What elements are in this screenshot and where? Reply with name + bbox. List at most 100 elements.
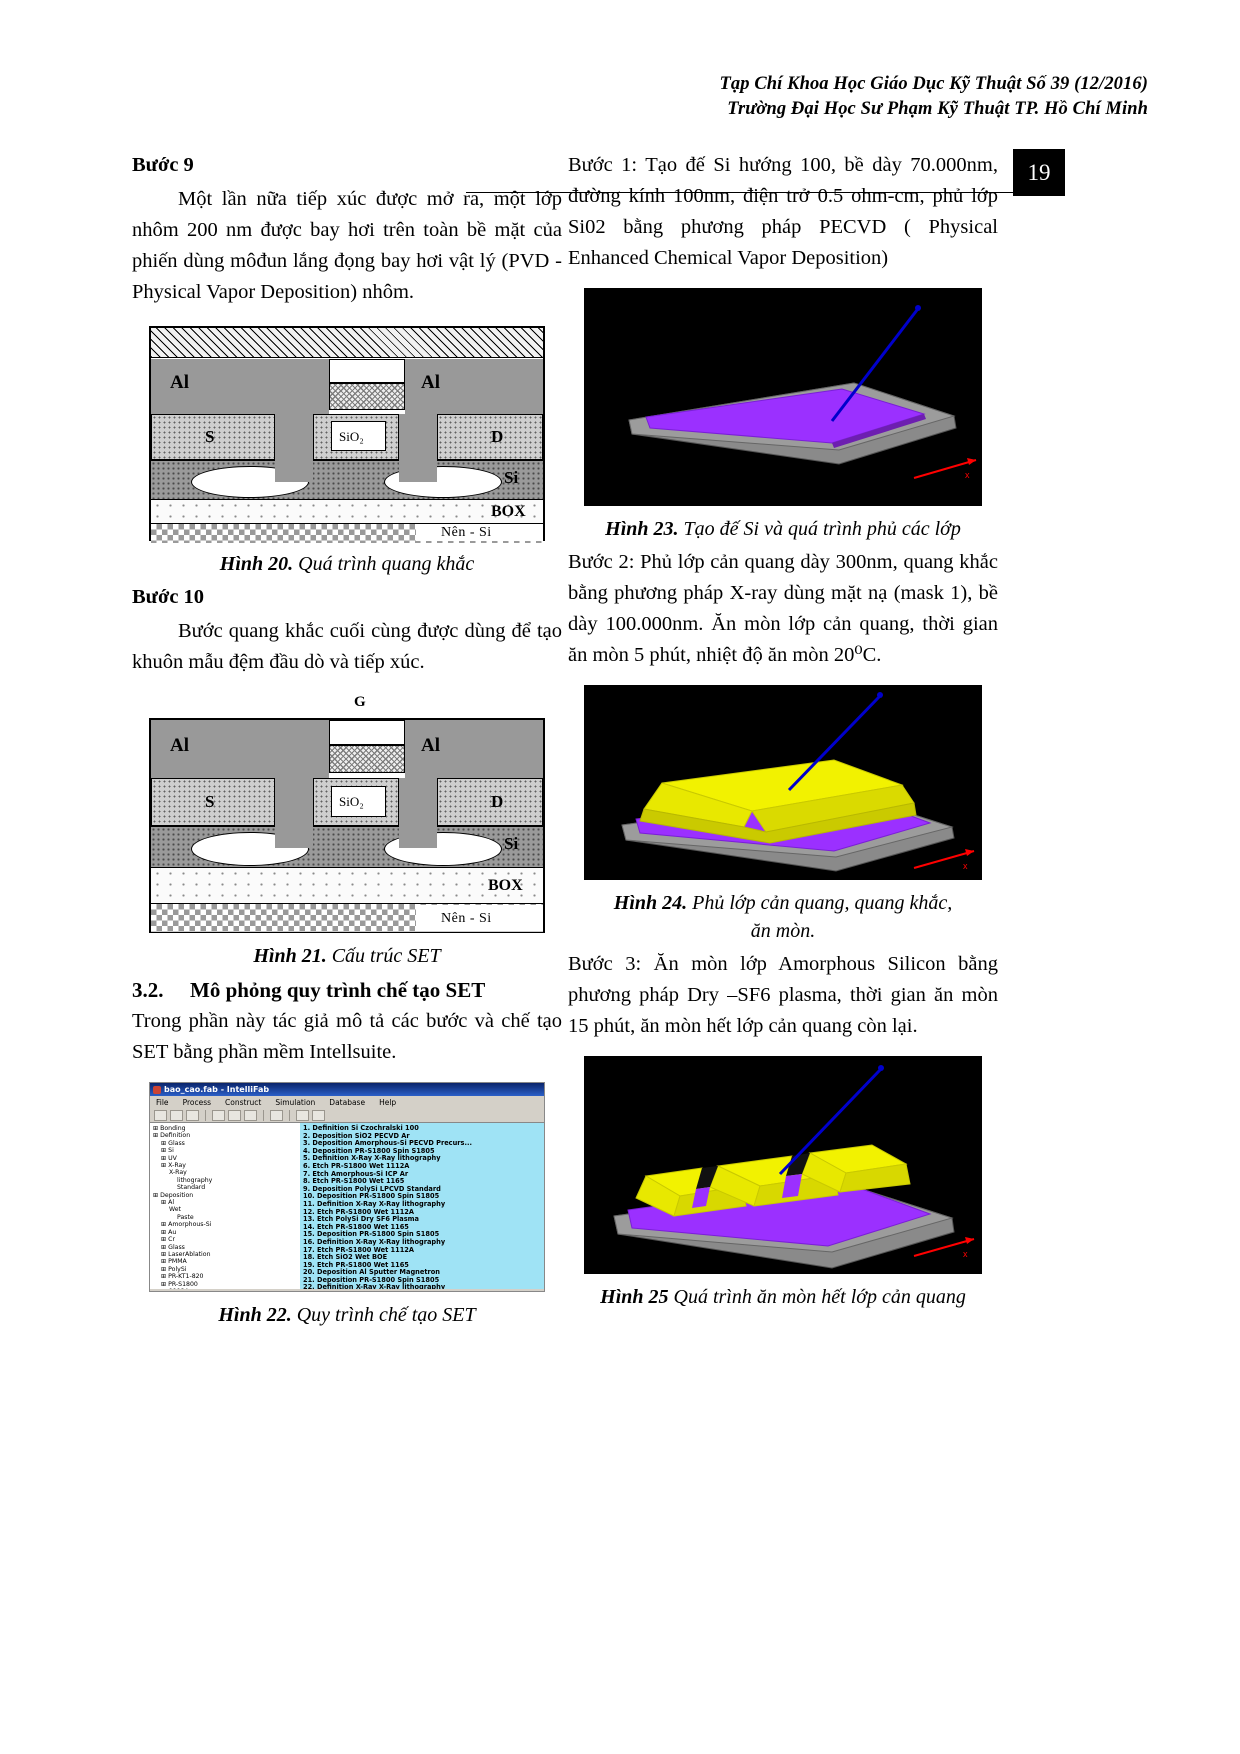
figure-24-caption-line2: ăn mòn. [750,920,816,942]
paste-icon[interactable] [244,1109,257,1121]
figure-25-caption-text: Quá trình ăn mòn hết lớp cản quang [668,1286,966,1308]
open-folder-icon[interactable] [170,1109,183,1121]
section-number: 3.2. [132,978,164,1002]
fig20-label-al-left: Al [170,372,189,393]
isuite-tree-item[interactable]: 1112A [153,1288,298,1289]
fig24-svg: x [621,692,975,872]
section-3-2-heading: 3.2. Mô phỏng quy trình chế tạo SET [132,974,562,1006]
isuite-tree-item[interactable]: ⊞ LaserAblation [153,1251,298,1258]
section-title: Mô phỏng quy trình chế tạo SET [190,978,486,1002]
save-icon[interactable] [186,1109,199,1121]
isuite-menu-simulation[interactable]: Simulation [275,1098,315,1107]
fig20-label-substrate: Nên - Si [441,525,492,540]
isuite-menu-database[interactable]: Database [329,1098,365,1107]
isuite-tree-item[interactable]: Standard [153,1184,298,1191]
print-icon[interactable] [270,1109,283,1121]
help-pointer-icon[interactable] [312,1109,325,1121]
isuite-menu-file[interactable]: File [156,1098,169,1107]
page-header: Tạp Chí Khoa Học Giáo Dục Kỹ Thuật Số 39… [0,72,1240,196]
fig20-box-layer [151,500,543,524]
isuite-tree-item[interactable]: Paste [153,1214,298,1221]
isuite-tree-item[interactable]: X-Ray [153,1169,298,1176]
isuite-tree-item[interactable]: ⊞ Au [153,1229,298,1236]
isuite-tree-item[interactable]: ⊞ Si [153,1147,298,1154]
isuite-status-text: For Help, press F1 [153,1291,212,1292]
step3-paragraph: Bước 3: Ăn mòn lớp Amorphous Silicon bằn… [568,953,998,1037]
isuite-menu-construct[interactable]: Construct [225,1098,261,1107]
isuite-menubar[interactable]: File Process Construct Simulation Databa… [150,1096,544,1108]
isuite-tree-item[interactable]: ⊞ PolySi [153,1266,298,1273]
figure-24-caption: Hình 24. Phủ lớp cản quang, quang khắc, … [568,889,998,945]
fig20-label-box: BOX [491,503,526,520]
fig25-svg: x [613,1065,975,1269]
step2-paragraph: Bước 2: Phủ lớp cản quang dày 300nm, qua… [568,551,998,666]
isuite-tree-item[interactable]: ⊞ X-Ray [153,1162,298,1169]
fig23-x-axis-label: x [965,470,970,480]
left-column: Bước 9 Một lần nữa tiếp xúc được mở ra, … [132,150,562,1333]
fig20-drain-layer [437,414,543,460]
new-file-icon[interactable] [154,1109,167,1121]
isuite-tree-item[interactable]: ⊞ Cr [153,1236,298,1243]
journal-title-line1: Tạp Chí Khoa Học Giáo Dục Kỹ Thuật Số 39… [719,74,1148,94]
copy-icon[interactable] [228,1109,241,1121]
fig21-label-sio2: SiO₂ [339,794,364,809]
isuite-tree-item[interactable]: ⊞ UV [153,1155,298,1162]
fig21-via-left-lower [275,826,313,848]
isuite-tree-item[interactable]: ⊞ PMMA [153,1258,298,1265]
isuite-tree-item[interactable]: ⊞ PR-KT1-820 [153,1273,298,1280]
step10-heading: Bước 10 [132,586,205,608]
fig20-gate-white [329,359,405,383]
isuite-tree-item[interactable]: lithography [153,1177,298,1184]
isuite-process-list[interactable]: 1. Definition Si Czochralski 100 2. Depos… [300,1123,544,1289]
fig21-label-source: S [205,792,215,811]
toolbar-separator [205,1109,206,1121]
isuite-tree-panel[interactable]: ⊞ Bonding ⊞ Definition ⊞ Glass ⊞ Si ⊞ UV ⊞ X-… [150,1123,300,1289]
cut-icon[interactable] [212,1109,225,1121]
isuite-tree-item[interactable]: ⊞ Al [153,1199,298,1206]
figure-24-render: x [584,685,982,880]
figure-23-caption: Hình 23. Tạo đế Si và quá trình phủ các … [568,515,998,543]
fig21-gate-white [329,720,405,745]
isuite-app-icon [153,1085,161,1094]
fig20-via-left-lower [275,460,313,482]
figure-25-caption: Hình 25 Quá trình ăn mòn hết lớp cản qua… [568,1283,998,1311]
fig25-beam-endpoint [878,1065,884,1071]
fig25-x-axis-label: x [963,1249,968,1259]
figure-22-caption-label: Hình 22. [218,1304,292,1326]
figure-22-intellisuite-screenshot: bao_cao.fab - IntelliFab File Process Co… [149,1082,545,1292]
isuite-tree-item[interactable]: Wet [153,1206,298,1213]
isuite-title-text: bao_cao.fab - IntelliFab [164,1085,270,1094]
fig20-gate-zigzag [329,383,405,410]
isuite-process-item[interactable]: 22. Definition X-Ray X-Ray lithography [303,1284,544,1289]
figure-21-caption: Hình 21. Cấu trúc SET [132,942,562,970]
figure-21-diagram: Al Al S D SiO₂ Si BOX Nên - Si [149,718,545,933]
isuite-tree-item[interactable]: ⊞ Definition [153,1132,298,1139]
figure-23-caption-label: Hình 23. [605,518,679,540]
fig21-label-drain: D [491,792,504,811]
figure-25-caption-label: Hình 25 [600,1286,669,1308]
figure-22-caption-text: Quy trình chế tạo SET [291,1304,476,1326]
isuite-tree-item[interactable]: ⊞ Glass [153,1244,298,1251]
figure-20-caption: Hình 20. Quá trình quang khắc [132,550,562,578]
isuite-tree-item[interactable]: ⊞ Deposition [153,1192,298,1199]
isuite-tree-item[interactable]: ⊞ PR-S1800 [153,1281,298,1288]
isuite-tree-item[interactable]: ⊞ Amorphous-Si [153,1221,298,1228]
figure-24-caption-text: Phủ lớp cản quang, quang khắc, [687,892,953,914]
isuite-titlebar: bao_cao.fab - IntelliFab [150,1083,544,1096]
fig20-label-source: S [205,427,215,446]
isuite-tree-item[interactable]: ⊞ Bonding [153,1125,298,1132]
fig24-beam-endpoint [877,692,883,698]
isuite-toolbar[interactable] [150,1108,544,1123]
fig20-label-sio2: SiO₂ [339,429,364,444]
fig20-label-al-right: Al [421,372,440,393]
isuite-tree-item[interactable]: ⊞ Glass [153,1140,298,1147]
fig21-label-si: Si [504,834,519,853]
fig20-via-right-lower [399,460,437,482]
isuite-menu-process[interactable]: Process [183,1098,211,1107]
toolbar-separator-3 [289,1109,290,1121]
fig20-top-hatch-layer [151,328,543,358]
filter-icon[interactable] [296,1109,309,1121]
figure-25-render: x [584,1056,982,1274]
figure-22-caption: Hình 22. Quy trình chế tạo SET [132,1301,562,1329]
isuite-menu-help[interactable]: Help [379,1098,396,1107]
